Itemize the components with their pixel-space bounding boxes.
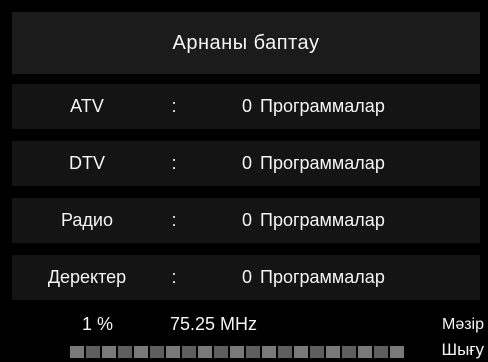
row-label: DTV — [69, 153, 105, 173]
progress-segment — [166, 346, 180, 358]
progress-segment — [230, 346, 244, 358]
progress-segment — [390, 346, 404, 358]
row-count: 0 — [241, 210, 252, 230]
scan-progress-bar — [70, 346, 410, 358]
progress-segment — [198, 346, 212, 358]
progress-segment — [86, 346, 100, 358]
progress-segment — [262, 346, 276, 358]
row-unit: Программалар — [260, 210, 385, 230]
progress-segment — [134, 346, 148, 358]
row-unit: Программалар — [260, 267, 385, 287]
row-unit: Программалар — [260, 96, 385, 116]
row-label: Деректер — [47, 267, 127, 287]
row-separator: : — [171, 153, 177, 173]
menu-button[interactable]: Мәзір — [442, 316, 484, 334]
row-unit: Программалар — [260, 153, 385, 173]
scan-percent: 1 % — [82, 314, 114, 334]
row-separator: : — [171, 96, 177, 116]
row-data: Деректер : 0 Программалар — [12, 255, 480, 300]
progress-segment — [118, 346, 132, 358]
row-count: 0 — [241, 153, 252, 173]
progress-segment — [150, 346, 164, 358]
progress-segment — [214, 346, 228, 358]
page-title: Арнаны баптау — [12, 12, 480, 74]
scan-status: 1 % 75.25 MHz Мәзір — [0, 308, 488, 336]
progress-segment — [310, 346, 324, 358]
row-count: 0 — [241, 267, 252, 287]
progress-segment — [102, 346, 116, 358]
row-dtv: DTV : 0 Программалар — [12, 141, 480, 186]
progress-segment — [182, 346, 196, 358]
scan-frequency: 75.25 MHz — [170, 314, 258, 334]
row-count: 0 — [241, 96, 252, 116]
progress-segment — [246, 346, 260, 358]
row-label: ATV — [70, 96, 104, 116]
progress-segment — [342, 346, 356, 358]
progress-segment — [358, 346, 372, 358]
channel-count-list: ATV : 0 Программалар DTV : 0 Программала… — [12, 84, 480, 300]
progress-segment — [326, 346, 340, 358]
row-atv: ATV : 0 Программалар — [12, 84, 480, 129]
progress-segment — [70, 346, 84, 358]
channel-tuning-screen: Арнаны баптау ATV : 0 Программалар DTV :… — [0, 0, 488, 362]
progress-segment — [374, 346, 388, 358]
exit-button[interactable]: Шығу — [442, 340, 485, 360]
row-separator: : — [171, 267, 177, 287]
row-radio: Радио : 0 Программалар — [12, 198, 480, 243]
row-separator: : — [171, 210, 177, 230]
page-title-text: Арнаны баптау — [172, 31, 320, 54]
row-label: Радио — [61, 210, 113, 230]
progress-segment — [294, 346, 308, 358]
progress-segment — [278, 346, 292, 358]
